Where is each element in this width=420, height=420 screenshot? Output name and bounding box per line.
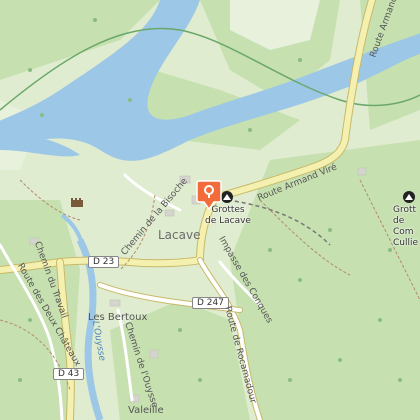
map-view[interactable]: Lacave Les Bertoux Valeille D 23 D 247 D… — [0, 0, 420, 420]
poi-label-line: Cullie — [393, 238, 419, 248]
road-shield: D 43 — [53, 368, 85, 380]
poi-label-grottes-right[interactable]: Grott de Com Cullie — [393, 205, 420, 249]
castle-icon[interactable] — [70, 195, 84, 207]
poi-label-grottes-lacave[interactable]: Grottes de Lacave — [205, 205, 251, 227]
poi-label-line: de Lacave — [205, 216, 251, 226]
poi-label-line: de Com — [393, 216, 414, 237]
place-label: Lacave — [158, 228, 201, 242]
road-shield: D 23 — [88, 256, 120, 268]
place-label: Valeille — [128, 405, 164, 416]
cave-icon[interactable] — [220, 190, 234, 204]
poi-label-line: Grott — [393, 205, 417, 215]
cave-icon[interactable] — [402, 190, 416, 204]
poi-label-line: Grottes — [211, 205, 245, 215]
